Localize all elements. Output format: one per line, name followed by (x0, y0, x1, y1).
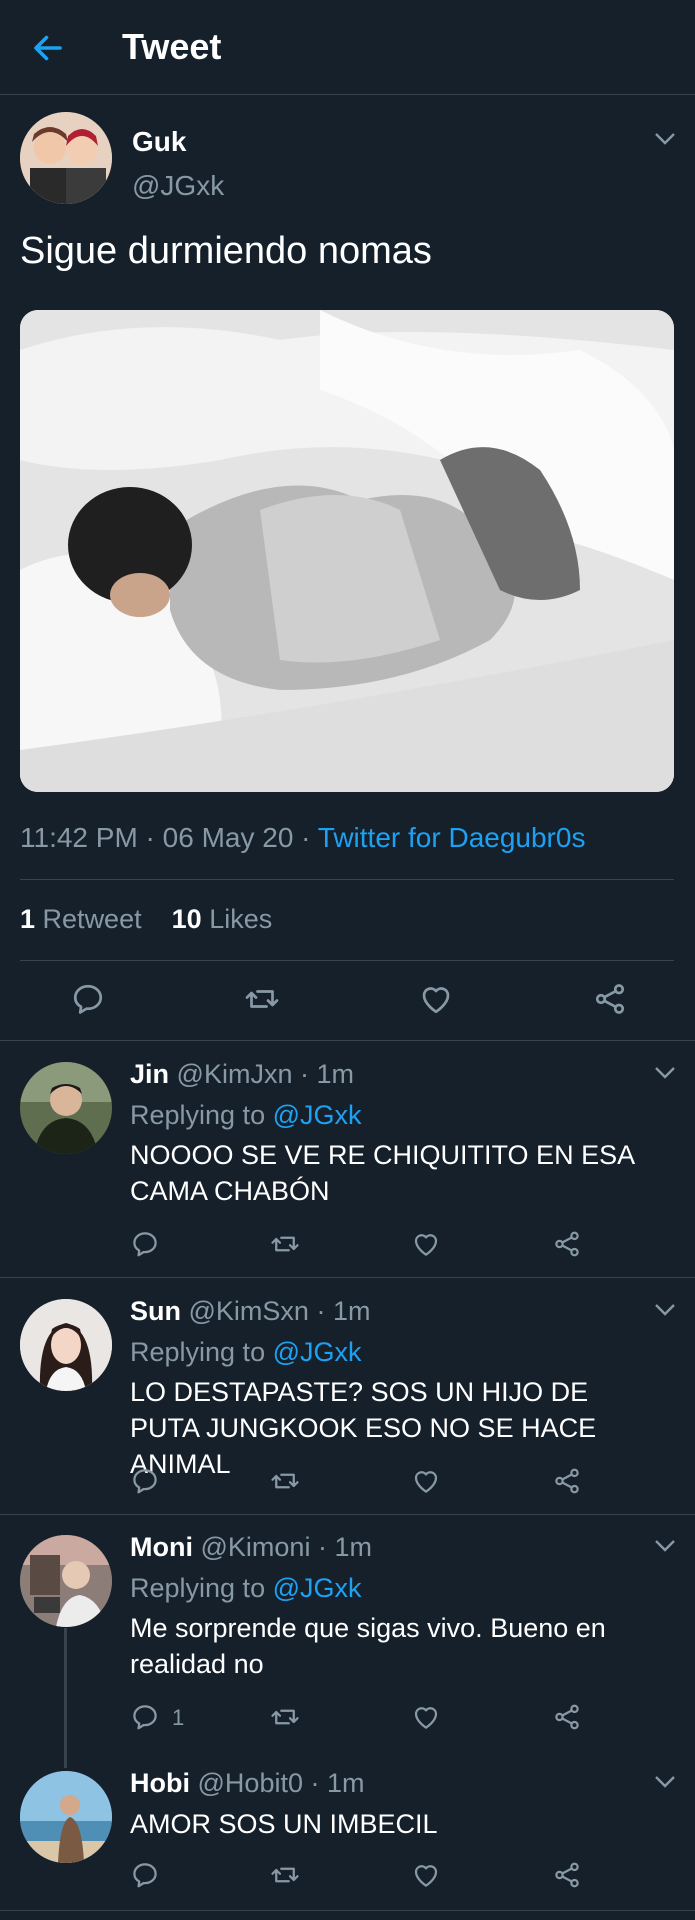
reply-name[interactable]: Sun (130, 1296, 181, 1326)
chevron-down-icon[interactable] (654, 1066, 676, 1080)
tweet-meta: 11:42 PM · 06 May 20 · Twitter for Daegu… (20, 822, 585, 854)
share-icon[interactable] (592, 981, 628, 1017)
reply-icon[interactable] (130, 1702, 160, 1732)
reply-author: Hobi @Hobit0 · 1m (130, 1768, 365, 1799)
reply-icon[interactable] (130, 1466, 160, 1496)
divider (0, 1910, 695, 1911)
like-label[interactable]: Likes (209, 904, 272, 934)
app-header: Tweet (0, 0, 695, 95)
reply-author: Jin @KimJxn · 1m (130, 1059, 354, 1090)
reply-handle[interactable]: @Hobit0 (198, 1768, 303, 1798)
like-count[interactable]: 10 (172, 904, 202, 934)
chevron-down-icon[interactable] (654, 1303, 676, 1317)
replying-to: Replying to @JGxk (130, 1337, 362, 1368)
reply-text: NOOOO SE VE RE CHIQUITITO EN ESA CAMA CH… (130, 1140, 634, 1206)
retweet-icon[interactable] (244, 981, 280, 1017)
reply-count: 1 (172, 1705, 185, 1730)
author-handle[interactable]: @JGxk (132, 170, 224, 202)
divider (20, 879, 674, 880)
share-icon[interactable] (552, 1229, 582, 1259)
reply-time: · 1m (310, 1768, 365, 1798)
back-arrow-icon[interactable] (30, 30, 66, 66)
avatar[interactable] (20, 1062, 112, 1154)
divider (0, 1040, 695, 1041)
reply-name[interactable]: Hobi (130, 1768, 190, 1798)
reply-text: AMOR SOS UN IMBECIL (130, 1809, 438, 1839)
avatar[interactable] (20, 1771, 112, 1863)
chevron-down-icon[interactable] (654, 1775, 676, 1789)
like-icon[interactable] (411, 1229, 441, 1259)
chevron-down-icon[interactable] (654, 1539, 676, 1553)
replying-to: Replying to @JGxk (130, 1100, 362, 1131)
tweet-timestamp: 11:42 PM · 06 May 20 · (20, 822, 318, 853)
avatar[interactable] (20, 1299, 112, 1391)
like-icon[interactable] (411, 1702, 441, 1732)
divider (20, 960, 674, 961)
reply-name[interactable]: Moni (130, 1532, 193, 1562)
divider (0, 1514, 695, 1515)
replying-to-link[interactable]: @JGxk (273, 1573, 362, 1603)
retweet-icon[interactable] (270, 1702, 300, 1732)
divider (0, 1277, 695, 1278)
author-name[interactable]: Guk (132, 126, 186, 158)
share-icon[interactable] (552, 1860, 582, 1890)
reply-name[interactable]: Jin (130, 1059, 169, 1089)
tweet-text: Sigue durmiendo nomas (20, 230, 432, 272)
thread-connector (64, 1628, 67, 1768)
avatar[interactable] (20, 112, 112, 204)
reply-icon[interactable] (130, 1229, 160, 1259)
reply-author: Sun @KimSxn · 1m (130, 1296, 370, 1327)
reply-time: · 1m (317, 1532, 372, 1562)
replying-label: Replying to (130, 1573, 266, 1603)
like-icon[interactable] (418, 981, 454, 1017)
replying-label: Replying to (130, 1100, 266, 1130)
reply-time: · 1m (299, 1059, 354, 1089)
reply-icon[interactable] (70, 981, 106, 1017)
retweet-icon[interactable] (270, 1466, 300, 1496)
reply-icon[interactable] (130, 1860, 160, 1890)
reply-handle[interactable]: @KimSxn (189, 1296, 309, 1326)
replying-to-link[interactable]: @JGxk (273, 1337, 362, 1367)
retweet-icon[interactable] (270, 1860, 300, 1890)
tweet-photo[interactable] (20, 310, 674, 792)
reply-handle[interactable]: @Kimoni (201, 1532, 311, 1562)
reply-text: Me sorprende que sigas vivo. Bueno en re… (130, 1613, 606, 1679)
page-title: Tweet (122, 26, 222, 67)
tweet-source-link[interactable]: Twitter for Daegubr0s (318, 822, 586, 853)
retweet-icon[interactable] (270, 1229, 300, 1259)
reply-handle[interactable]: @KimJxn (177, 1059, 293, 1089)
reply-author: Moni @Kimoni · 1m (130, 1532, 372, 1563)
like-icon[interactable] (411, 1860, 441, 1890)
retweet-label[interactable]: Retweet (43, 904, 142, 934)
share-icon[interactable] (552, 1702, 582, 1732)
chevron-down-icon[interactable] (654, 132, 676, 146)
reply-time: · 1m (316, 1296, 371, 1326)
avatar[interactable] (20, 1535, 112, 1627)
share-icon[interactable] (552, 1466, 582, 1496)
retweet-count[interactable]: 1 (20, 904, 35, 934)
like-icon[interactable] (411, 1466, 441, 1496)
tweet-stats: 1 Retweet 10 Likes (20, 904, 272, 935)
replying-label: Replying to (130, 1337, 266, 1367)
replying-to: Replying to @JGxk (130, 1573, 362, 1604)
replying-to-link[interactable]: @JGxk (273, 1100, 362, 1130)
